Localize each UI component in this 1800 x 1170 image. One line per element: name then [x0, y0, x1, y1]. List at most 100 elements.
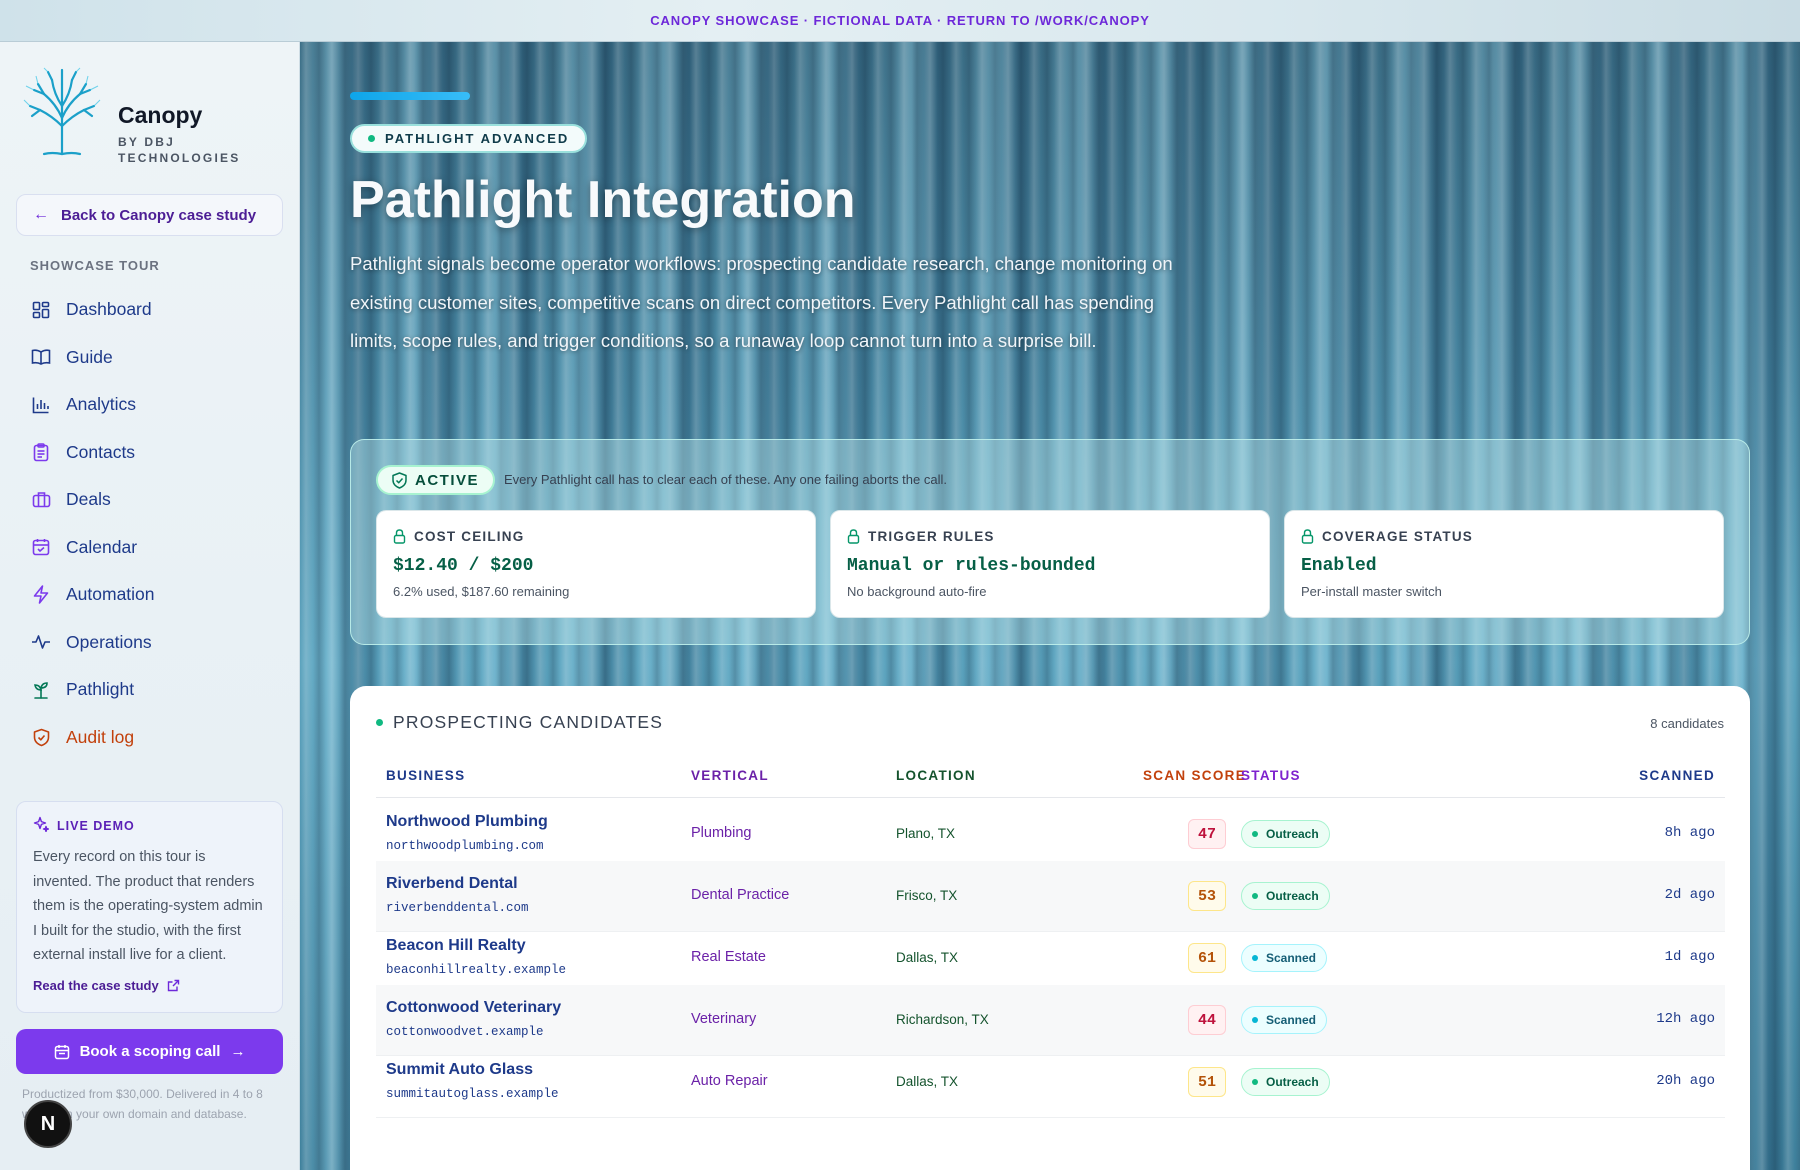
sidebar-item-label: Operations [66, 631, 152, 652]
pathlight-advanced-pill: PATHLIGHT ADVANCED [350, 124, 588, 153]
coverage-status-card: COVERAGE STATUS Enabled Per-install mast… [1284, 510, 1724, 618]
business-name[interactable]: Cottonwood Veterinary [386, 999, 561, 1017]
live-demo-card: LIVE DEMO Every record on this tour is i… [16, 801, 283, 1013]
lightning-icon [30, 584, 52, 606]
scan-score-badge: 53 [1188, 881, 1226, 911]
location-cell: Dallas, TX [896, 1074, 959, 1089]
column-location[interactable]: LOCATION [896, 768, 976, 783]
business-name[interactable]: Northwood Plumbing [386, 813, 548, 831]
status-badge: Scanned [1241, 1006, 1328, 1034]
card-title-text: COVERAGE STATUS [1322, 529, 1474, 544]
status-badge: Outreach [1241, 882, 1330, 910]
column-business[interactable]: BUSINESS [386, 768, 465, 783]
table-row[interactable]: Summit Auto Glass summitautoglass.example… [376, 1047, 1725, 1118]
bar-chart-icon [30, 394, 52, 416]
status-dot [1252, 1017, 1258, 1023]
location-cell: Frisco, TX [896, 888, 958, 903]
sidebar-item-operations[interactable]: Operations [16, 619, 283, 667]
business-url: cottonwoodvet.example [386, 1025, 544, 1039]
table-row[interactable]: Riverbend Dental riverbenddental.com Denta… [376, 861, 1725, 932]
card-title-text: COST CEILING [414, 529, 525, 544]
table-header: BUSINESS VERTICAL LOCATION SCAN SCORE ST… [376, 768, 1725, 798]
back-to-case-study-button[interactable]: ← Back to Canopy case study [16, 194, 283, 236]
vertical-cell: Real Estate [691, 949, 766, 965]
card-title: COVERAGE STATUS [1301, 529, 1707, 544]
read-case-study-link[interactable]: Read the case study [33, 978, 266, 993]
sidebar-item-contacts[interactable]: Contacts [16, 429, 283, 477]
dashboard-icon [30, 299, 52, 321]
tour-label: SHOWCASE TOUR [30, 258, 160, 273]
sidebar-item-label: Dashboard [66, 299, 152, 320]
status-label: Outreach [1266, 827, 1319, 841]
business-url: riverbenddental.com [386, 901, 529, 915]
sidebar-item-label: Automation [66, 584, 155, 605]
status-badge: Outreach [1241, 1068, 1330, 1096]
dev-badge[interactable]: N [24, 1100, 72, 1148]
hero-accent-bar [350, 92, 470, 100]
sidebar-item-calendar[interactable]: Calendar [16, 524, 283, 572]
brand-subtitle: BY DBJ TECHNOLOGIES [118, 135, 241, 165]
card-value: Manual or rules-bounded [847, 556, 1096, 576]
table-row[interactable]: Cottonwood Veterinary cottonwoodvet.examp… [376, 985, 1725, 1056]
status-label: Scanned [1266, 951, 1317, 965]
status-dot [368, 135, 375, 142]
status-label: Outreach [1266, 889, 1319, 903]
status-dot [1252, 831, 1258, 837]
status-dot [376, 719, 383, 726]
banner-link[interactable]: CANOPY SHOWCASE · FICTIONAL DATA · RETUR… [650, 13, 1150, 28]
scanned-time: 20h ago [1656, 1073, 1715, 1089]
lock-icon [1301, 529, 1314, 544]
guardrails-note: Every Pathlight call has to clear each o… [504, 472, 947, 487]
sparkle-icon [33, 816, 50, 835]
sidebar-item-deals[interactable]: Deals [16, 476, 283, 524]
business-name[interactable]: Beacon Hill Realty [386, 937, 526, 955]
tree-logo-icon [23, 67, 101, 156]
book-scoping-call-button[interactable]: Book a scoping call → [16, 1029, 283, 1074]
column-status[interactable]: STATUS [1241, 768, 1301, 783]
brand[interactable]: Canopy BY DBJ TECHNOLOGIES [22, 66, 282, 165]
live-demo-title: LIVE DEMO [33, 816, 266, 835]
scan-score-badge: 44 [1188, 1005, 1226, 1035]
live-demo-title-text: LIVE DEMO [57, 818, 135, 833]
sidebar-item-label: Audit log [66, 726, 135, 747]
sidebar-item-dashboard[interactable]: Dashboard [16, 286, 283, 334]
calendar-icon [30, 536, 52, 558]
scan-score-badge: 47 [1188, 819, 1226, 849]
sidebar-item-label: Analytics [66, 394, 137, 415]
sidebar-item-analytics[interactable]: Analytics [16, 381, 283, 429]
cost-ceiling-card: COST CEILING $12.40 / $200 6.2% used, $1… [376, 510, 816, 618]
vertical-cell: Auto Repair [691, 1073, 768, 1089]
vertical-cell: Plumbing [691, 825, 752, 841]
briefcase-icon [30, 489, 52, 511]
scan-score-badge: 61 [1188, 943, 1226, 973]
book-scoping-call-label: Book a scoping call [79, 1043, 221, 1060]
column-vertical[interactable]: VERTICAL [691, 768, 769, 783]
sidebar-item-audit-log[interactable]: Audit log [16, 714, 283, 762]
active-label: ACTIVE [415, 471, 480, 489]
shield-icon [30, 726, 52, 748]
sidebar-item-label: Pathlight [66, 679, 135, 700]
scanned-time: 12h ago [1656, 1011, 1715, 1027]
brand-name: Canopy [118, 102, 203, 128]
location-cell: Plano, TX [896, 826, 956, 841]
sidebar-item-automation[interactable]: Automation [16, 571, 283, 619]
card-subtext: No background auto-fire [847, 584, 987, 599]
column-scanned[interactable]: SCANNED [1639, 768, 1715, 783]
pulse-icon [30, 631, 52, 653]
status-badge: Scanned [1241, 944, 1328, 972]
sidebar-item-pathlight[interactable]: Pathlight [16, 666, 283, 714]
business-name[interactable]: Summit Auto Glass [386, 1061, 533, 1079]
sidebar-item-guide[interactable]: Guide [16, 334, 283, 382]
business-name[interactable]: Riverbend Dental [386, 875, 518, 893]
location-cell: Richardson, TX [896, 1012, 989, 1027]
sidebar-item-label: Deals [66, 489, 111, 510]
sidebar-item-label: Calendar [66, 536, 138, 557]
table-row[interactable]: Beacon Hill Realty beaconhillrealty.examp… [376, 923, 1725, 994]
status-dot [1252, 955, 1258, 961]
column-scan-score[interactable]: SCAN SCORE [1143, 768, 1246, 783]
card-value: Enabled [1301, 556, 1377, 576]
status-label: Outreach [1266, 1075, 1319, 1089]
table-row[interactable]: Northwood Plumbing northwoodplumbing.com P… [376, 799, 1725, 870]
page-description: Pathlight signals become operator workfl… [350, 253, 1173, 351]
card-subtext: Per-install master switch [1301, 584, 1442, 599]
